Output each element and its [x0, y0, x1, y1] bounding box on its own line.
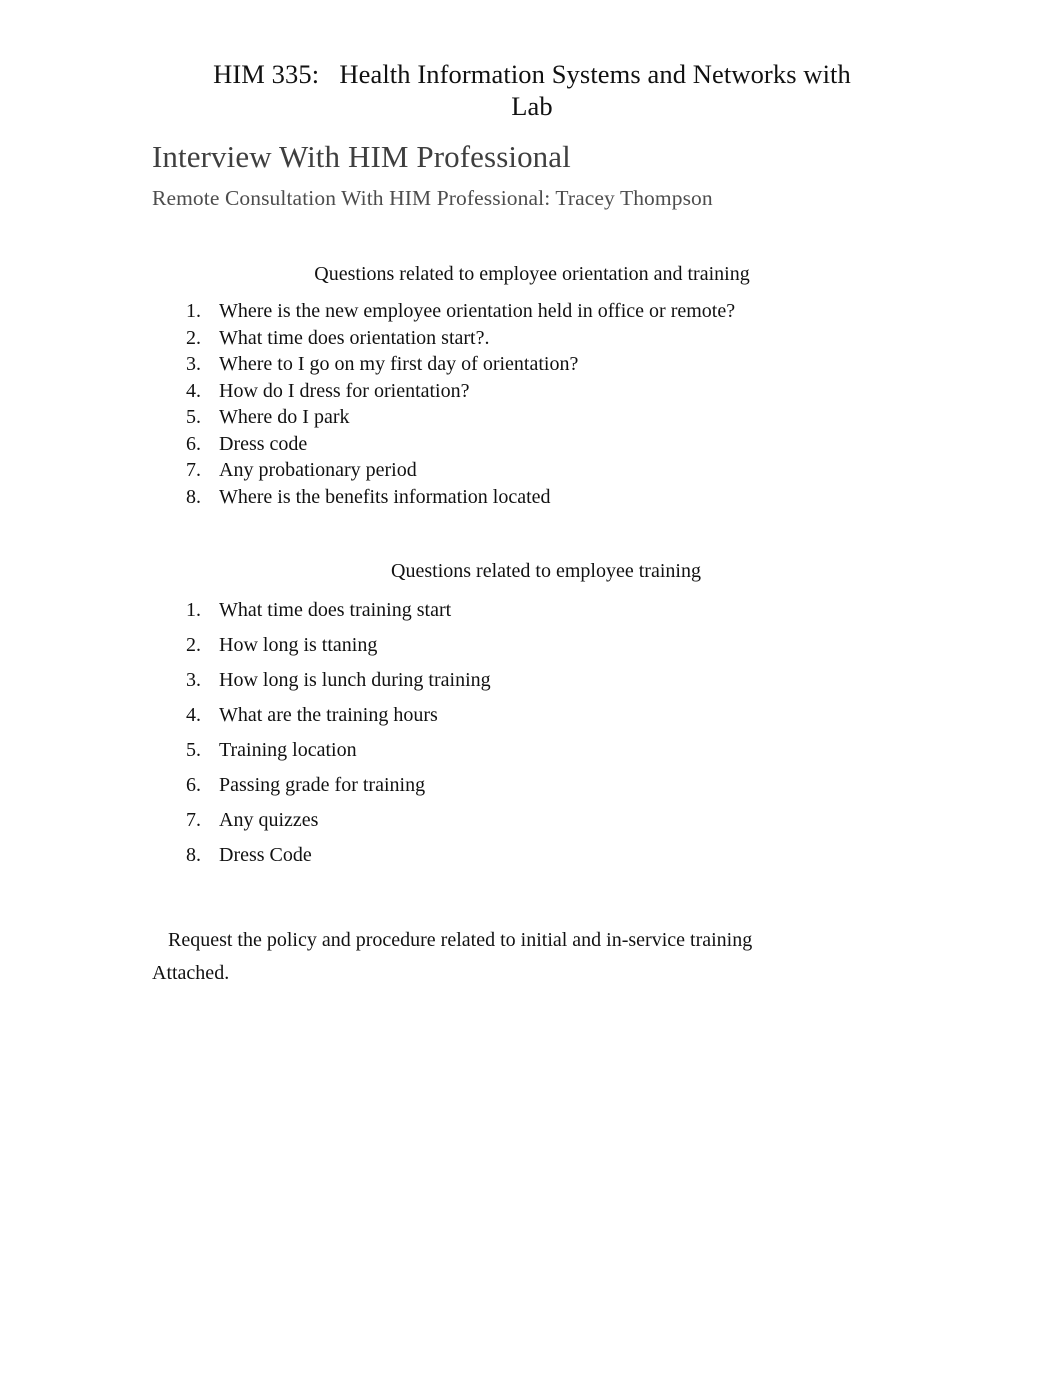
list-item: 6. Dress code — [152, 431, 912, 458]
training-question-list: 1. What time does training start 2. How … — [152, 584, 912, 868]
list-item-number: 1. — [186, 599, 201, 621]
list-item: 4. What are the training hours — [152, 702, 912, 728]
closing-paragraph: Request the policy and procedure related… — [152, 929, 753, 984]
list-item: 8. Dress Code — [152, 842, 912, 868]
list-item: 5. Training location — [152, 737, 912, 763]
list-item-text: How long is lunch during training — [219, 669, 491, 691]
list-item-text: Where is the new employee orientation he… — [219, 300, 736, 322]
list-item-number: 3. — [186, 669, 201, 691]
course-title-line-1: HIM 335: Health Information Systems and … — [213, 59, 851, 89]
list-item: 6. Passing grade for training — [152, 772, 912, 798]
list-item: 5. Where do I park — [152, 404, 912, 431]
page-subtitle: Remote Consultation With HIM Professiona… — [152, 186, 713, 210]
list-item: 4. How do I dress for orientation? — [152, 378, 912, 405]
list-item: 1. What time does training start — [152, 597, 912, 623]
list-item-text: Dress Code — [219, 844, 312, 866]
list-item-text: How do I dress for orientation? — [219, 379, 470, 402]
list-item-text: How long is ttaning — [219, 634, 378, 656]
list-item-number: 8. — [186, 485, 201, 508]
list-item-number: 8. — [186, 844, 201, 866]
list-item-number: 4. — [186, 379, 201, 402]
section-heading-orientation: Questions related to employee orientatio… — [314, 263, 750, 285]
list-item-number: 6. — [186, 774, 201, 796]
list-item: 2. How long is ttaning — [152, 632, 912, 658]
list-item-number: 5. — [186, 406, 201, 428]
list-item: 1. Where is the new employee orientation… — [152, 298, 912, 325]
list-item-number: 5. — [186, 739, 201, 761]
list-item: 3. Where to I go on my first day of orie… — [152, 351, 912, 378]
list-item: 7. Any quizzes — [152, 807, 912, 833]
list-item-number: 3. — [186, 353, 201, 375]
list-item: 8. Where is the benefits information loc… — [152, 484, 912, 511]
list-item-text: Training location — [219, 739, 357, 761]
list-item-text: What are the training hours — [219, 704, 438, 726]
list-item-number: 7. — [186, 809, 201, 831]
list-item-number: 6. — [186, 432, 201, 455]
list-item-text: Any probationary period — [219, 459, 417, 481]
list-item-text: What time does orientation start?. — [219, 326, 490, 349]
list-item-number: 1. — [186, 300, 201, 322]
document-page: HIM 335: Health Information Systems and … — [0, 0, 1062, 1377]
list-item-text: Dress code — [219, 432, 308, 455]
orientation-question-list: 1. Where is the new employee orientation… — [152, 287, 912, 510]
list-item-text: Where do I park — [219, 406, 350, 428]
list-item-text: Where is the benefits information locate… — [219, 485, 551, 508]
list-item-number: 2. — [186, 326, 201, 349]
list-item-text: What time does training start — [219, 599, 452, 621]
list-item-number: 2. — [186, 634, 201, 656]
list-item-text: Any quizzes — [219, 809, 319, 831]
section-heading-training: Questions related to employee training — [391, 560, 701, 582]
list-item: 7. Any probationary period — [152, 457, 912, 484]
page-title: Interview With HIM Professional — [152, 139, 571, 174]
course-title: HIM 335: Health Information Systems and … — [152, 0, 912, 122]
document-content: HIM 335: Health Information Systems and … — [152, 0, 912, 990]
list-item: 2. What time does orientation start?. — [152, 325, 912, 352]
course-title-line-2: Lab — [511, 91, 553, 121]
list-item: 3. How long is lunch during training — [152, 667, 912, 693]
list-item-number: 4. — [186, 704, 201, 726]
list-item-text: Passing grade for training — [219, 774, 426, 796]
list-item-text: Where to I go on my first day of orienta… — [219, 353, 579, 375]
list-item-number: 7. — [186, 459, 201, 481]
